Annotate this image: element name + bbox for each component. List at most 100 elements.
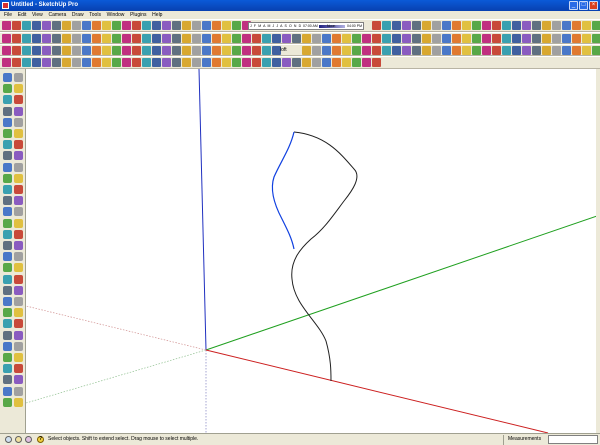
toolbar-row1-tool-icon[interactable] (102, 21, 111, 30)
close-button[interactable]: × (589, 1, 598, 10)
toolbar-row3-tool-icon[interactable] (142, 46, 151, 55)
left-palette-tool-icon[interactable] (14, 274, 23, 284)
toolbar-row4-tool-icon[interactable] (262, 58, 271, 67)
toolbar-row3-tool-icon[interactable] (172, 46, 181, 55)
toolbar-row2-tool-icon[interactable] (382, 34, 391, 43)
toolbar-row1-tool-icon[interactable] (112, 21, 121, 30)
toolbar-row2-tool-icon[interactable] (402, 34, 411, 43)
toolbar-row3-tool-icon[interactable] (152, 46, 161, 55)
toolbar-row2-tool-icon[interactable] (582, 34, 591, 43)
toolbar-row4-tool-icon[interactable] (92, 58, 101, 67)
toolbar-row2-tool-icon[interactable] (192, 34, 201, 43)
toolbar-row4-tool-icon[interactable] (212, 58, 221, 67)
toolbar-row3-tool-icon[interactable] (372, 46, 381, 55)
left-palette-tool-icon[interactable] (3, 341, 12, 351)
toolbar-row4-tool-icon[interactable] (282, 58, 291, 67)
toolbar-row4-tool-icon[interactable] (42, 58, 51, 67)
toolbar-row1-tool-icon[interactable] (552, 21, 561, 30)
toolbar-row4-tool-icon[interactable] (182, 58, 191, 67)
toolbar-row3-tool-icon[interactable] (592, 46, 600, 55)
toolbar-row2-tool-icon[interactable] (242, 34, 251, 43)
toolbar-row1-tool-icon[interactable] (592, 21, 600, 30)
toolbar-row3-tool-icon[interactable] (122, 46, 131, 55)
toolbar-row2-tool-icon[interactable] (412, 34, 421, 43)
toolbar-row1-tool-icon[interactable] (402, 21, 411, 30)
left-palette-tool-icon[interactable] (14, 386, 23, 396)
toolbar-row3-tool-icon[interactable] (442, 46, 451, 55)
toolbar-row3-tool-icon[interactable] (162, 46, 171, 55)
toolbar-row4-tool-icon[interactable] (342, 58, 351, 67)
toolbar-row1-tool-icon[interactable] (382, 21, 391, 30)
toolbar-row3-tool-icon[interactable] (522, 46, 531, 55)
toolbar-row3-tool-icon[interactable] (212, 46, 221, 55)
selected-rail-curve[interactable] (271, 131, 295, 250)
left-palette-tool-icon[interactable] (14, 106, 23, 116)
left-palette-tool-icon[interactable] (3, 207, 12, 217)
toolbar-row1-tool-icon[interactable] (542, 21, 551, 30)
left-palette-tool-icon[interactable] (14, 397, 23, 407)
toolbar-row2-tool-icon[interactable] (172, 34, 181, 43)
toolbar-row3-tool-icon[interactable] (252, 46, 261, 55)
left-palette-tool-icon[interactable] (3, 73, 12, 82)
toolbar-row3-tool-icon[interactable] (82, 46, 91, 55)
toolbar-row3-tool-icon[interactable] (432, 46, 441, 55)
toolbar-row2-tool-icon[interactable] (532, 34, 541, 43)
toolbar-row1-tool-icon[interactable] (142, 21, 151, 30)
toolbar-row3-tool-icon[interactable] (552, 46, 561, 55)
toolbar-row2-tool-icon[interactable] (572, 34, 581, 43)
toolbar-row3-tool-icon[interactable] (502, 46, 511, 55)
menu-file[interactable]: File (4, 11, 12, 19)
toolbar-row2-tool-icon[interactable] (332, 34, 341, 43)
toolbar-row3-tool-icon[interactable] (72, 46, 81, 55)
toolbar-row3-tool-icon[interactable] (472, 46, 481, 55)
left-palette-tool-icon[interactable] (3, 129, 12, 138)
scene-canvas[interactable] (26, 69, 600, 433)
toolbar-row4-tool-icon[interactable] (142, 58, 151, 67)
left-palette-tool-icon[interactable] (3, 95, 12, 105)
left-palette-tool-icon[interactable] (14, 140, 23, 150)
toolbar-row4-tool-icon[interactable] (112, 58, 121, 67)
toolbar-row3-tool-icon[interactable] (532, 46, 541, 55)
toolbar-row4-tool-icon[interactable] (272, 58, 281, 67)
toolbar-row2-tool-icon[interactable] (342, 34, 351, 43)
toolbar-row2-tool-icon[interactable] (12, 34, 21, 43)
toolbar-row4-tool-icon[interactable] (22, 58, 31, 67)
toolbar-row3-tool-icon[interactable] (262, 46, 271, 55)
left-palette-tool-icon[interactable] (3, 386, 12, 396)
toolbar-row2-tool-icon[interactable] (102, 34, 111, 43)
left-palette-tool-icon[interactable] (3, 330, 12, 340)
toolbar-row3-tool-icon[interactable] (92, 46, 101, 55)
toolbar-row2-tool-icon[interactable] (312, 34, 321, 43)
left-palette-tool-icon[interactable] (14, 375, 23, 385)
left-palette-tool-icon[interactable] (3, 229, 12, 239)
left-palette-tool-icon[interactable] (14, 173, 23, 183)
toolbar-row1-tool-icon[interactable] (522, 21, 531, 30)
left-palette-tool-icon[interactable] (3, 196, 12, 206)
toolbar-row3-tool-icon[interactable] (42, 46, 51, 55)
toolbar-row2-tool-icon[interactable] (82, 34, 91, 43)
toolbar-row1-tool-icon[interactable] (562, 21, 571, 30)
left-palette-tool-icon[interactable] (14, 263, 23, 273)
left-palette-tool-icon[interactable] (14, 308, 23, 318)
measurements-input[interactable] (548, 435, 598, 444)
left-palette-tool-icon[interactable] (3, 285, 12, 295)
toolbar-row4-tool-icon[interactable] (102, 58, 111, 67)
credits-icon[interactable] (15, 436, 22, 443)
toolbar-row1-tool-icon[interactable] (412, 21, 421, 30)
toolbar-row2-tool-icon[interactable] (302, 34, 311, 43)
toolbar-row2-tool-icon[interactable] (2, 34, 11, 43)
toolbar-row4-tool-icon[interactable] (172, 58, 181, 67)
toolbar-row3-tool-icon[interactable] (112, 46, 121, 55)
drawing-viewport[interactable] (26, 69, 600, 433)
toolbar-row4-tool-icon[interactable] (52, 58, 61, 67)
toolbar-row3-tool-icon[interactable] (512, 46, 521, 55)
toolbar-row4-tool-icon[interactable] (222, 58, 231, 67)
toolbar-row4-tool-icon[interactable] (322, 58, 331, 67)
toolbar-row1-tool-icon[interactable] (452, 21, 461, 30)
toolbar-row2-tool-icon[interactable] (282, 34, 291, 43)
menu-window[interactable]: Window (107, 11, 125, 19)
toolbar-row1-tool-icon[interactable] (442, 21, 451, 30)
toolbar-row3-tool-icon[interactable] (182, 46, 191, 55)
toolbar-row4-tool-icon[interactable] (122, 58, 131, 67)
toolbar-row1-tool-icon[interactable] (472, 21, 481, 30)
